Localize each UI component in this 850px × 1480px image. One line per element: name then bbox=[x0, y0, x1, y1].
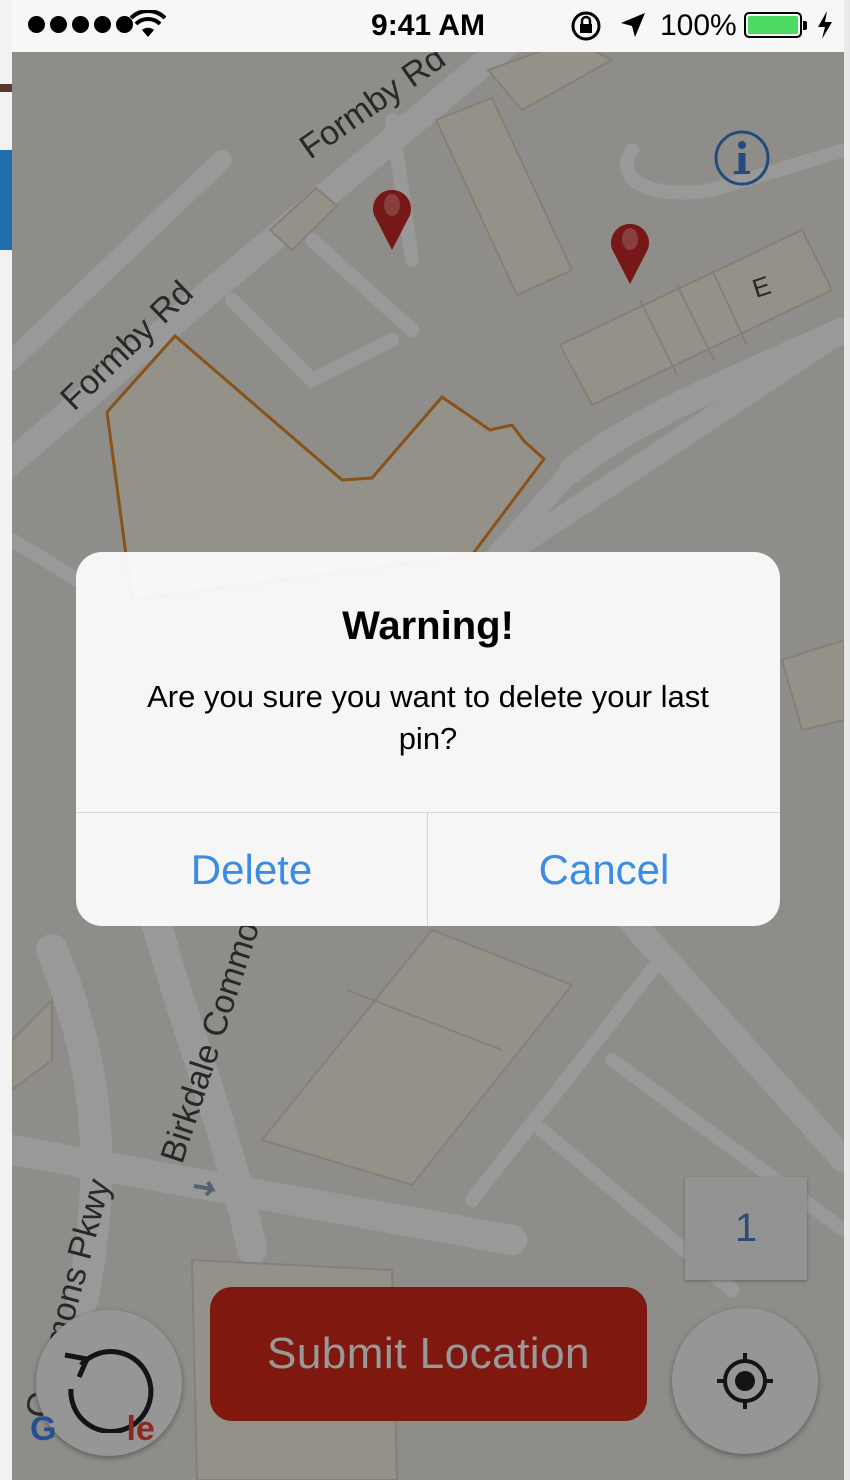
alert-title: Warning! bbox=[342, 604, 514, 648]
background-window-edge-right bbox=[844, 0, 850, 1480]
battery-percent: 100% bbox=[660, 9, 737, 42]
charging-bolt-icon bbox=[818, 11, 832, 39]
battery-icon bbox=[744, 12, 807, 38]
background-window-edge bbox=[0, 0, 12, 1480]
phone-screen: 9:41 AM 100% Formby Rd Formby Rd Birkdal… bbox=[12, 0, 844, 1480]
warning-alert-dialog: Warning! Are you sure you want to delete… bbox=[76, 552, 780, 926]
rotation-lock-icon bbox=[571, 11, 601, 41]
delete-button[interactable]: Delete bbox=[76, 813, 427, 926]
status-bar: 9:41 AM 100% bbox=[12, 0, 844, 52]
cancel-button[interactable]: Cancel bbox=[428, 813, 780, 926]
location-arrow-icon bbox=[621, 13, 645, 37]
alert-message: Are you sure you want to delete your las… bbox=[147, 679, 709, 756]
